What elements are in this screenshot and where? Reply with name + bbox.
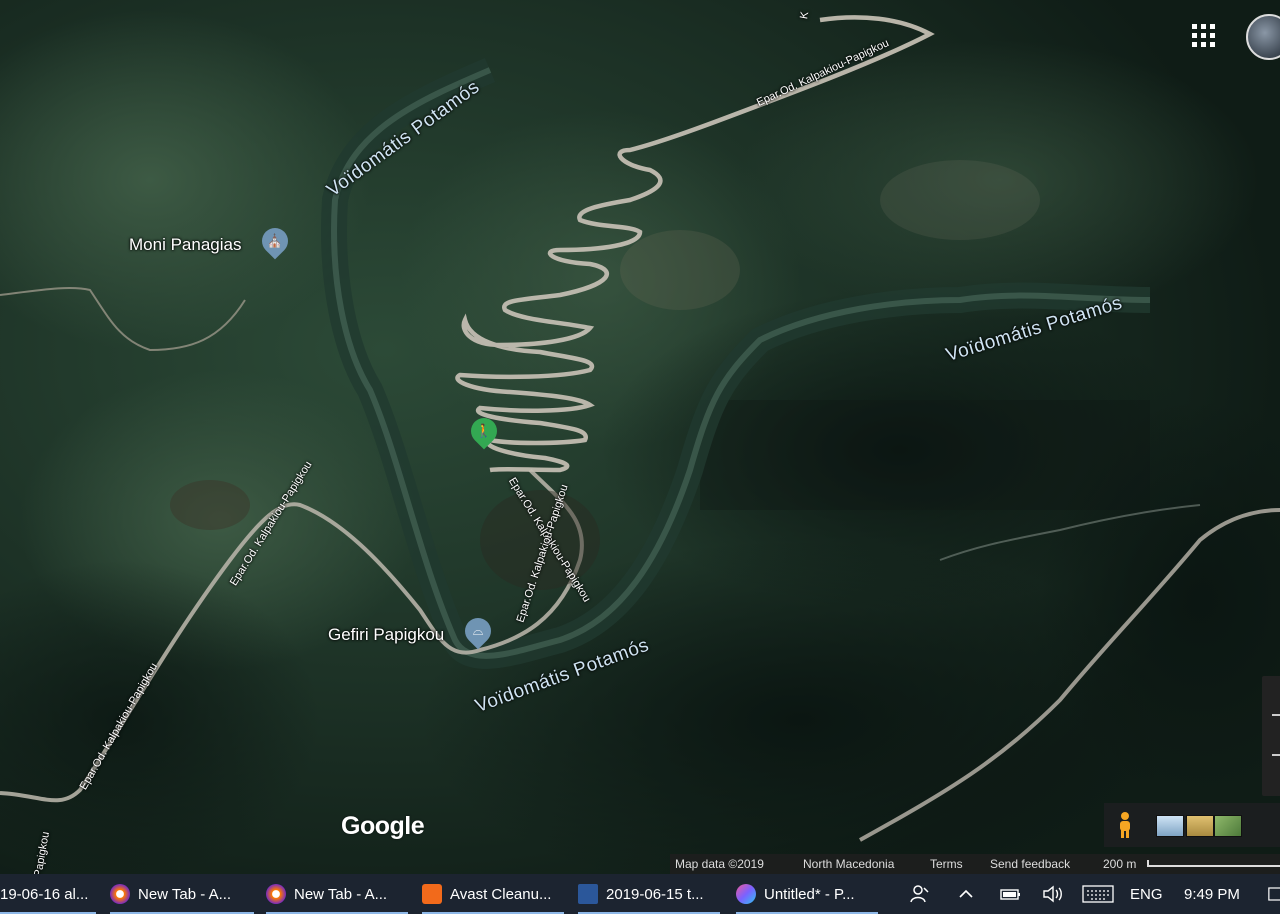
taskbar-item-avast-cleanup[interactable]: Avast Cleanu... [422,874,564,914]
zoom-control[interactable] [1262,676,1280,796]
hiking-icon[interactable]: 🚶 [465,412,503,450]
taskbar-item-label: Avast Cleanu... [450,885,552,903]
notification-icon[interactable] [1268,874,1280,914]
pegman-icon[interactable] [1115,811,1135,839]
scale-label[interactable]: 200 m [1103,857,1136,871]
people-icon[interactable] [910,874,932,914]
bridge-icon[interactable]: ⌓ [459,612,497,650]
place-label-gefiri-papigkou[interactable]: Gefiri Papigkou [328,625,444,645]
satellite-imagery [0,0,1280,874]
taskbar-item-newtab-1[interactable]: New Tab - A... [110,874,254,914]
taskbar-item-label: 19-06-16 al... [0,885,89,903]
avast-browser-icon [110,884,130,904]
avast-browser-icon [266,884,286,904]
battery-icon[interactable] [1000,874,1024,914]
taskbar-item-label: Untitled* - P... [764,885,855,903]
send-feedback-link[interactable]: Send feedback [990,857,1070,871]
monastery-icon[interactable]: ⛪ [256,222,294,260]
language-indicator[interactable]: ENG [1130,874,1163,914]
paint3d-icon [736,884,756,904]
satellite-map[interactable]: Voïdomátis Potamós Voïdomátis Potamós Vo… [0,0,1280,874]
chevron-up-icon[interactable] [958,874,976,914]
avast-cleanup-icon [422,884,442,904]
layer-thumb-sky[interactable] [1156,815,1184,837]
clock[interactable]: 9:49 PM [1184,874,1240,914]
taskbar-item-file[interactable]: 19-06-16 al... [0,874,96,914]
taskbar-item-label: New Tab - A... [138,885,232,903]
region-link[interactable]: North Macedonia [803,857,894,871]
map-data-text: Map data ©2019 [675,857,764,871]
taskbar-item-word[interactable]: 2019-06-15 t... [578,874,720,914]
taskbar: 19-06-16 al... New Tab - A... New Tab - … [0,874,1280,914]
taskbar-item-newtab-2[interactable]: New Tab - A... [266,874,408,914]
taskbar-item-label: 2019-06-15 t... [606,885,704,903]
taskbar-item-paint3d[interactable]: Untitled* - P... [736,874,878,914]
zoom-in-icon[interactable] [1272,714,1280,716]
scale-bar[interactable] [1147,860,1280,867]
layer-thumb-satellite[interactable] [1214,815,1242,837]
layer-thumb-terrain[interactable] [1186,815,1214,837]
zoom-out-icon[interactable] [1272,754,1280,756]
place-label-moni-panagias[interactable]: Moni Panagias [129,235,241,255]
taskbar-item-label: New Tab - A... [294,885,388,903]
keyboard-icon[interactable] [1082,874,1116,914]
apps-grid-icon[interactable] [1192,24,1216,48]
volume-icon[interactable] [1042,874,1068,914]
word-icon [578,884,598,904]
terms-link[interactable]: Terms [930,857,963,871]
google-logo: Google [341,812,425,840]
